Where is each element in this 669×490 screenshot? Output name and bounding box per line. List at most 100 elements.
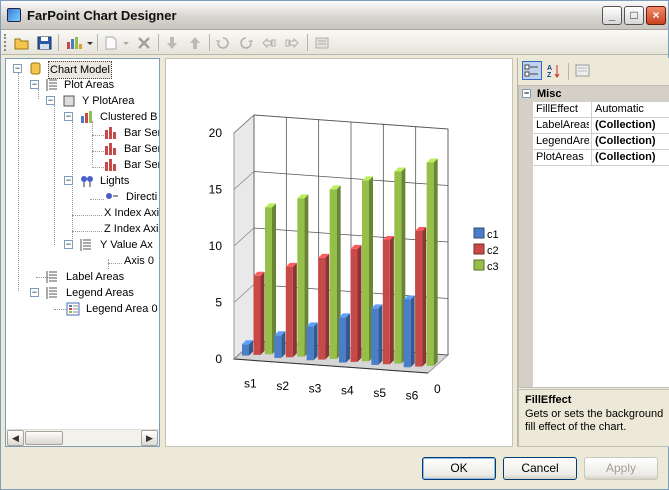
tree-connector [108,259,109,269]
bar-chart-3d: 0 5 10 15 20 s1 s2 s3 s4 s5 s6 0 c1 c2 c3 [209,113,499,402]
y-tick-label: 20 [209,126,223,140]
description-text: Gets or sets the background fill effect … [525,408,664,433]
plot-area-icon [63,95,75,107]
move-up-icon [190,37,200,49]
property-grid: − Misc FillEffect Automatic LabelAreas (… [518,85,669,388]
toolbar-grip[interactable] [4,34,7,51]
collapse-toggle[interactable]: − [30,288,39,297]
open-button[interactable] [12,33,32,52]
property-row-plotareas[interactable]: PlotAreas (Collection) [519,150,669,166]
chart-type-icon [67,37,93,49]
y-tick-label: 5 [215,296,222,310]
bar [306,326,314,361]
title-bar[interactable]: FarPoint Chart Designer _ □ × [1,1,668,30]
toolbar-separator [97,34,98,51]
ok-button[interactable]: OK [422,457,496,480]
tree-item-label: Axis 0 [124,255,154,267]
chart-model-icon [30,62,41,75]
bar-side [313,322,318,361]
tree-item-label: Legend Area 0 [86,303,158,315]
z-tick-label: 0 [434,382,441,396]
bar [242,344,249,356]
chart-type-button[interactable] [62,33,94,52]
collapse-toggle[interactable]: − [30,80,39,89]
bar-side [346,313,350,363]
scroll-left-button[interactable]: ◀ [7,430,24,446]
x-tick-label: s5 [373,386,386,400]
property-value[interactable]: (Collection) [591,118,669,133]
property-row-labelareas[interactable]: LabelAreas (Collection) [519,118,669,134]
bar-side [378,304,383,365]
tree-item-label: Y PlotArea [82,95,135,107]
bar-side [281,331,286,358]
minimize-button[interactable]: _ [602,6,622,25]
bar-side [433,158,438,366]
property-row-legendareas[interactable]: LegendAre (Collection) [519,134,669,150]
property-value[interactable]: (Collection) [591,134,669,149]
y-tick-label: 15 [209,183,223,197]
chart-model-tree[interactable]: − Chart Model − Plot Areas − Y PlotArea … [5,58,160,447]
bar [285,266,293,358]
app-icon [7,8,21,22]
scroll-thumb[interactable] [25,431,63,445]
turn-right-button[interactable] [282,33,302,52]
tree-item-label: X Index Axi [104,207,160,219]
tree-item-label: Y Value Ax [100,239,153,251]
close-button[interactable]: × [646,6,666,25]
rotate-left-button[interactable] [213,33,233,52]
toolbar-separator [209,34,210,51]
bar-side [325,253,330,360]
y-tick-label: 0 [215,352,222,366]
property-value[interactable]: Automatic [591,102,669,117]
property-pages-button[interactable] [573,61,593,80]
legend-area-icon [66,302,80,316]
bar-series-icon [105,159,116,171]
tree-item-label: Directi [126,191,158,203]
move-down-button[interactable] [162,33,182,52]
scroll-right-button[interactable]: ▶ [141,430,158,446]
main-toolbar [1,30,668,55]
collapse-toggle[interactable]: − [13,64,22,73]
save-button[interactable] [35,33,55,52]
property-value[interactable]: (Collection) [591,150,669,165]
layout-button[interactable] [312,33,332,52]
category-misc[interactable]: − Misc [519,86,669,102]
x-tick-label: s6 [406,388,419,402]
x-tick-label: s2 [276,379,289,393]
tree-horizontal-scrollbar[interactable]: ◀ ▶ [6,429,159,446]
save-icon [37,36,52,50]
maximize-button[interactable]: □ [624,6,644,25]
chart-designer-window: FarPoint Chart Designer _ □ × − Chart Mo… [0,0,669,490]
bar-side [422,226,427,367]
bar [274,335,282,358]
tree-connector [18,73,19,291]
chart-preview[interactable]: 0 5 10 15 20 s1 s2 s3 s4 s5 s6 0 c1 c2 c3 [165,58,513,447]
cancel-button[interactable]: Cancel [503,457,577,480]
category-label: Misc [537,88,562,100]
collapse-toggle[interactable]: − [46,96,55,105]
alphabetical-button[interactable]: AZ [544,61,564,80]
move-up-button[interactable] [185,33,205,52]
rotate-right-button[interactable] [236,33,256,52]
delete-button[interactable] [134,33,154,52]
toolbar-separator [58,34,59,51]
bar [318,257,326,360]
tree-connector [92,151,104,152]
apply-button[interactable]: Apply [584,457,658,480]
tree-connector [54,105,55,245]
bar-side [292,262,297,358]
property-description: FillEffect Gets or sets the background f… [518,389,669,447]
new-button[interactable] [101,33,131,52]
tree-item-label: Plot Areas [64,79,115,91]
collapse-toggle[interactable]: − [522,89,531,98]
tree-item-label: Bar Ser [124,127,160,139]
property-name: FillEffect [536,103,578,115]
collapse-toggle[interactable]: − [64,112,73,121]
collapse-toggle[interactable]: − [64,176,73,185]
collapse-toggle[interactable]: − [64,240,73,249]
turn-left-button[interactable] [259,33,279,52]
property-row-filleffect[interactable]: FillEffect Automatic [519,102,669,118]
bar [382,239,390,365]
window-title: FarPoint Chart Designer [27,8,177,23]
categorized-button[interactable] [522,61,542,80]
